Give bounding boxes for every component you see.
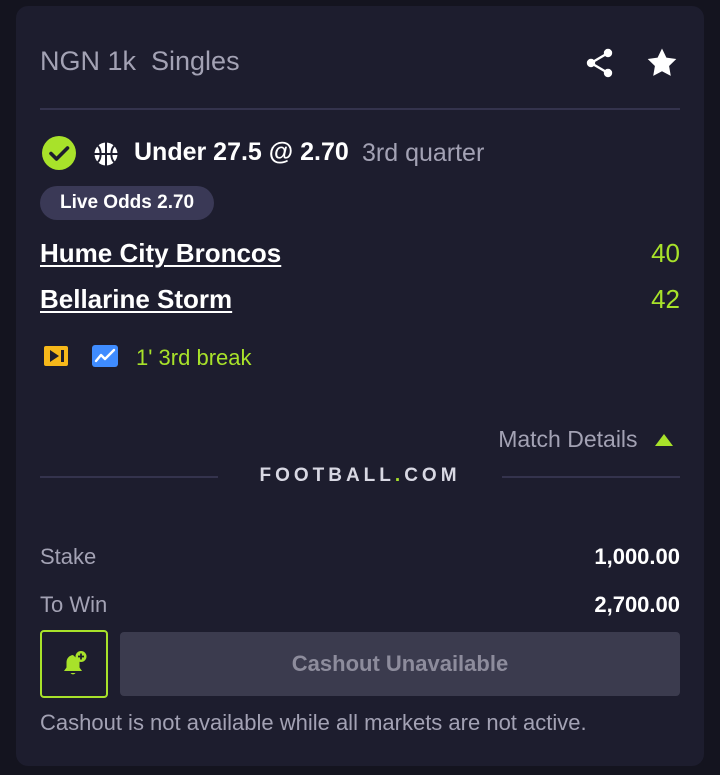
cashout-note: Cashout is not available while all marke… — [40, 710, 587, 735]
brand-name-part2: COM — [404, 465, 461, 486]
match-status-text: 1' 3rd break — [136, 345, 252, 370]
match-details-toggle[interactable]: Match Details — [498, 426, 674, 456]
stats-chart-icon[interactable] — [92, 344, 118, 368]
stake-row: Stake 1,000.00 — [40, 544, 680, 574]
team-name-away[interactable]: Bellarine Storm — [40, 284, 232, 315]
bet-card: NGN 1k Singles Under 27.5 @ 2.70 3rd qua… — [16, 6, 704, 766]
selection-pick: Under 27.5 @ 2.70 — [134, 138, 349, 166]
cashout-alert-button[interactable] — [40, 630, 108, 698]
to-win-value: 2,700.00 — [594, 592, 680, 617]
basketball-icon — [94, 142, 118, 166]
bet-title: NGN 1k Singles — [40, 46, 240, 76]
match-details-label: Match Details — [498, 426, 638, 452]
selection-period: 3rd quarter — [362, 139, 485, 167]
share-icon[interactable] — [586, 48, 614, 78]
star-icon[interactable] — [645, 46, 679, 80]
team-name-home[interactable]: Hume City Broncos — [40, 238, 281, 269]
bet-header: NGN 1k Singles — [40, 44, 680, 84]
to-win-label: To Win — [40, 592, 108, 617]
bell-plus-icon — [64, 651, 87, 675]
brand-dot: . — [394, 465, 405, 486]
team-score-home: 40 — [651, 238, 680, 268]
cashout-button[interactable]: Cashout Unavailable — [120, 632, 680, 696]
stream-icon[interactable] — [44, 344, 68, 368]
check-circle-icon — [42, 136, 76, 170]
live-odds-badge: Live Odds 2.70 — [40, 186, 215, 220]
header-divider — [40, 108, 680, 110]
stake-value: 1,000.00 — [594, 544, 680, 569]
brand-name-part1: FOOTBALL — [259, 465, 395, 486]
selection-row: Under 27.5 @ 2.70 3rd quarter — [40, 132, 680, 172]
brand-divider: FOOTBALL.COM — [40, 464, 680, 494]
team-score-away: 42 — [651, 284, 680, 314]
team-row: Bellarine Storm 42 — [40, 284, 680, 318]
stake-label: Stake — [40, 544, 97, 569]
to-win-row: To Win 2,700.00 — [40, 592, 680, 622]
match-status-row: 1' 3rd break — [40, 342, 440, 372]
brand-line-right — [502, 476, 680, 478]
team-row: Hume City Broncos 40 — [40, 238, 680, 272]
caret-up-icon — [655, 433, 673, 446]
